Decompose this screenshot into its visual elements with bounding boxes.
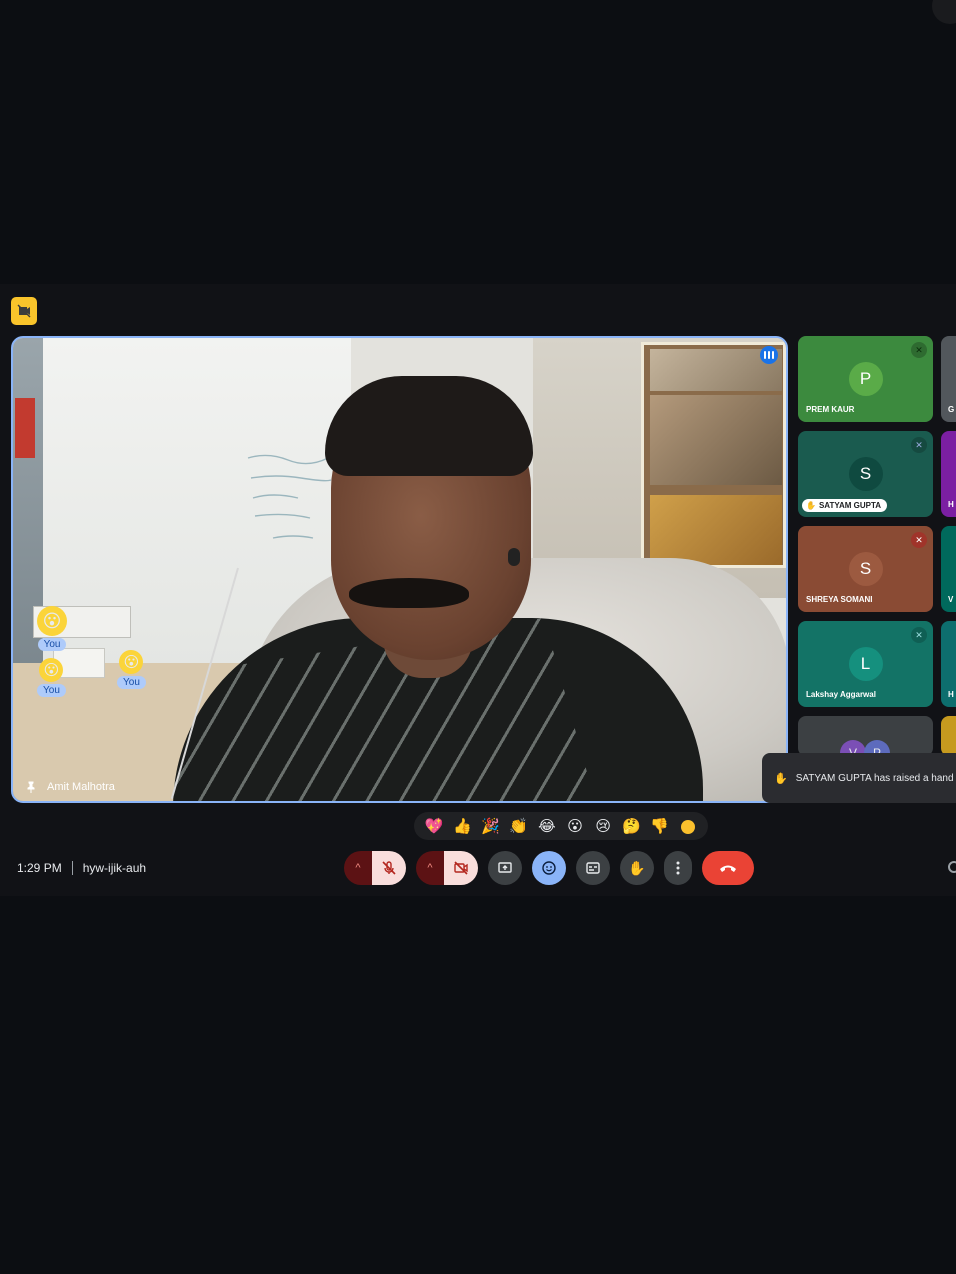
edge-tile[interactable]: H — [941, 431, 956, 517]
meeting-code: hyw-ijik-auh — [82, 861, 147, 875]
mic-off-icon: ✕ — [911, 342, 927, 358]
participant-tile[interactable]: S ✕ ✋ SATYAM GUPTA — [798, 431, 933, 517]
camera-off-icon — [454, 861, 468, 875]
reaction-sender: You — [37, 638, 67, 651]
speaker-name: Amit Malhotra — [47, 781, 115, 793]
participant-name: SATYAM GUPTA — [818, 501, 882, 510]
more-vert-icon — [676, 861, 680, 875]
reaction-sad[interactable]: 😢 — [592, 817, 614, 835]
hand-icon: ✋ — [806, 501, 816, 510]
reaction-emoji: 😮 — [37, 606, 67, 636]
speaking-indicator-icon — [760, 346, 778, 364]
participant-tile-partial[interactable]: V P — [798, 716, 933, 756]
hand-icon: ✋ — [774, 772, 788, 785]
meet-window: 😮 You 😮 You 😮 You Amit Malhotra P ✕ PREM… — [0, 284, 956, 896]
reaction-party[interactable]: 🎉 — [479, 817, 501, 835]
participant-avatar: S — [848, 457, 883, 491]
participant-name: Lakshay Aggarwal — [806, 690, 876, 699]
reaction-heart[interactable]: 💖 — [423, 817, 445, 835]
captions-button[interactable] — [576, 851, 610, 885]
hand-raised-chip: ✋ SATYAM GUPTA — [802, 499, 888, 512]
reaction-laugh[interactable]: 😂 — [536, 817, 558, 835]
participant-avatar: L — [848, 647, 883, 681]
edge-tile[interactable]: V — [941, 526, 956, 612]
call-controls: ^ ^ ✋ — [344, 851, 754, 885]
floating-reaction: 😮 You — [37, 606, 67, 651]
mic-off-icon: ✕ — [911, 627, 927, 643]
participant-name: SHREYA SOMANI — [806, 595, 873, 604]
participant-avatar: P — [848, 362, 883, 396]
edge-tile[interactable] — [941, 716, 956, 756]
recording-icon — [17, 304, 31, 318]
divider — [71, 861, 73, 875]
reaction-sender: You — [37, 684, 66, 697]
speaker-name-label: Amit Malhotra — [25, 781, 115, 793]
camera-toggle-button[interactable] — [444, 851, 478, 885]
mic-off-icon: ✕ — [911, 437, 927, 453]
meeting-info: 1:29 PM hyw-ijik-auh — [17, 861, 146, 875]
camera-options-chevron-icon[interactable]: ^ — [416, 851, 444, 885]
wall-photo-frame — [641, 342, 786, 568]
floating-reaction: 😮 You — [37, 658, 66, 697]
reactions-button[interactable] — [532, 851, 566, 885]
mic-control-group: ^ — [344, 851, 406, 885]
reaction-emoji: 😮 — [39, 658, 64, 682]
present-screen-button[interactable] — [488, 851, 522, 885]
participant-name: PREM KAUR — [806, 405, 855, 414]
raise-hand-button[interactable]: ✋ — [620, 851, 654, 885]
present-icon — [498, 862, 512, 873]
reaction-surprised[interactable]: 😮 — [564, 817, 586, 835]
mic-off-icon: ✕ — [911, 532, 927, 548]
floating-reaction: 😮 You — [117, 650, 146, 689]
hand-icon: ✋ — [628, 859, 646, 876]
reaction-thinking[interactable]: 🤔 — [620, 817, 642, 835]
info-icon[interactable] — [948, 861, 956, 873]
hang-up-icon — [720, 865, 736, 872]
more-options-button[interactable] — [664, 851, 692, 885]
participant-avatar: S — [848, 552, 883, 586]
reaction-clap[interactable]: 👏 — [508, 817, 530, 835]
hand-raised-toast[interactable]: ✋ SATYAM GUPTA has raised a hand — [762, 753, 956, 803]
recording-off-badge[interactable] — [11, 297, 37, 325]
toast-text: SATYAM GUPTA has raised a hand — [795, 772, 954, 784]
participant-tile[interactable]: S ✕ SHREYA SOMANI — [798, 526, 933, 612]
video-feed — [13, 338, 786, 801]
corner-element — [932, 0, 956, 24]
reaction-emoji: 😮 — [119, 650, 144, 674]
edge-tile[interactable]: H — [941, 621, 956, 707]
mic-options-chevron-icon[interactable]: ^ — [344, 851, 372, 885]
mic-off-icon — [382, 861, 396, 875]
reaction-sender: You — [117, 676, 146, 689]
main-video-tile[interactable]: 😮 You 😮 You 😮 You Amit Malhotra — [11, 336, 788, 803]
captions-icon — [586, 862, 600, 874]
mic-toggle-button[interactable] — [372, 851, 406, 885]
camera-control-group: ^ — [416, 851, 478, 885]
reaction-thumbs-down[interactable]: 👎 — [649, 817, 671, 835]
participant-tile[interactable]: P ✕ PREM KAUR — [798, 336, 933, 422]
leave-call-button[interactable] — [702, 851, 754, 885]
edge-tile[interactable]: G — [941, 336, 956, 422]
participant-tile[interactable]: L ✕ Lakshay Aggarwal — [798, 621, 933, 707]
skin-tone-button[interactable] — [677, 818, 699, 835]
emoji-icon — [542, 861, 556, 875]
reaction-thumbs-up[interactable]: 👍 — [451, 817, 473, 835]
pin-icon[interactable] — [25, 781, 37, 793]
meeting-time: 1:29 PM — [17, 861, 62, 875]
reaction-picker: 💖 👍 🎉 👏 😂 😮 😢 🤔 👎 — [414, 812, 708, 840]
